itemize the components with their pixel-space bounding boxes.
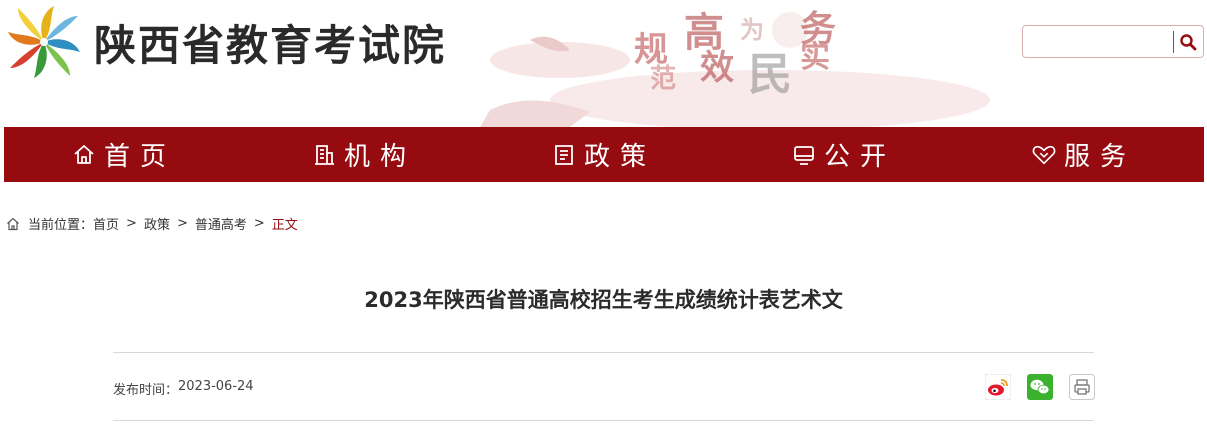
wechat-icon: [1027, 374, 1053, 400]
site-header: 规 范 高 效 为 民 务 实 陕西省教育考试院: [0, 0, 1207, 127]
breadcrumb: 当前位置： 首页 > 政策 > 普通高考 > 正文: [6, 214, 298, 233]
publish-info: 发布时间： 2023-06-24: [113, 379, 254, 398]
document-icon: [552, 143, 576, 167]
home-icon: [72, 143, 96, 167]
print-icon: [1069, 374, 1095, 400]
wechat-share-button[interactable]: [1027, 374, 1053, 400]
nav-item-label: 服务: [1063, 142, 1136, 172]
publish-date: 2023-06-24: [178, 379, 254, 394]
print-button[interactable]: [1069, 374, 1095, 400]
share-bar: [985, 374, 1095, 400]
slogan-char: 实: [800, 40, 830, 75]
article-title: 2023年陕西省普通高校招生考生成绩统计表艺术文: [364, 288, 843, 312]
divider: [113, 420, 1094, 421]
nav-item-label: 首页: [103, 142, 176, 172]
monitor-icon: [792, 143, 816, 167]
search-input[interactable]: [1027, 27, 1173, 56]
breadcrumb-current: 正文: [271, 218, 298, 233]
nav-item-institution[interactable]: 机构: [244, 127, 484, 182]
nav-item-service[interactable]: 服务: [964, 127, 1204, 182]
search-button[interactable]: [1174, 26, 1203, 57]
breadcrumb-separator: >: [126, 216, 137, 231]
breadcrumb-link-policy[interactable]: 政策: [144, 214, 170, 233]
publish-label: 发布时间：: [113, 383, 179, 398]
slogan-char: 民: [748, 49, 792, 100]
nav-item-policy[interactable]: 政策: [484, 127, 724, 182]
slogan-char: 效: [700, 48, 734, 88]
site-name: 陕西省教育考试院: [94, 20, 447, 70]
nav-item-label: 政策: [583, 142, 656, 172]
nav-item-home[interactable]: 首页: [4, 127, 244, 182]
breadcrumb-link-home[interactable]: 首页: [93, 214, 119, 233]
site-logo[interactable]: 陕西省教育考试院: [4, 2, 446, 82]
divider: [113, 352, 1094, 353]
nav-item-label: 机构: [343, 142, 416, 172]
location-home-icon: [6, 217, 20, 231]
search-box: [1022, 25, 1204, 58]
pinwheel-logo-icon: [8, 6, 80, 78]
weibo-icon: [985, 374, 1011, 400]
search-icon: [1180, 33, 1197, 50]
breadcrumb-link-gaokao[interactable]: 普通高考: [195, 214, 247, 233]
slogan-char: 范: [650, 64, 677, 94]
main-nav: 首页 机构 政策 公开 服务: [4, 127, 1204, 182]
building-icon: [312, 143, 336, 167]
heart-hands-icon: [1032, 143, 1056, 167]
nav-item-label: 公开: [823, 142, 896, 172]
breadcrumb-separator: >: [253, 216, 265, 231]
weibo-share-button[interactable]: [985, 374, 1011, 400]
breadcrumb-separator: >: [176, 216, 188, 231]
nav-item-public[interactable]: 公开: [724, 127, 964, 182]
breadcrumb-prefix: 当前位置：: [28, 218, 94, 233]
